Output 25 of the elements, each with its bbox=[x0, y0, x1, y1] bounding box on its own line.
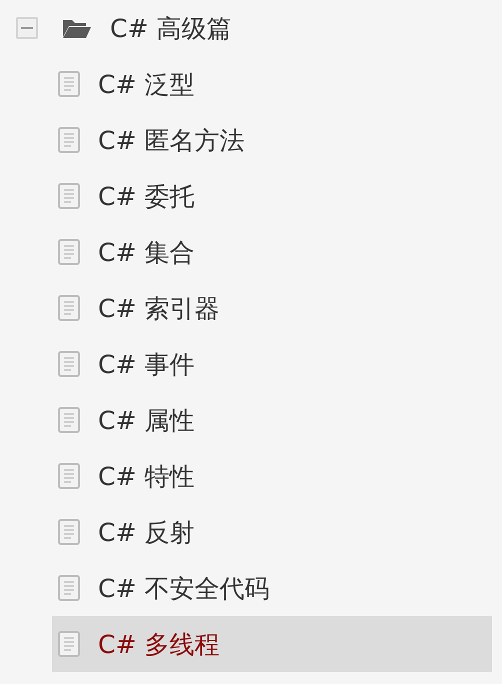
tree-item[interactable]: C# 多线程 bbox=[52, 616, 492, 672]
tree-item[interactable]: C# 集合 bbox=[52, 224, 492, 280]
document-icon bbox=[58, 519, 80, 545]
document-icon bbox=[58, 407, 80, 433]
tree-item[interactable]: C# 索引器 bbox=[52, 280, 492, 336]
document-icon bbox=[58, 631, 80, 657]
document-icon bbox=[58, 295, 80, 321]
tree-item[interactable]: C# 泛型 bbox=[52, 56, 492, 112]
tree-item[interactable]: C# 事件 bbox=[52, 336, 492, 392]
document-icon bbox=[58, 127, 80, 153]
document-icon bbox=[58, 463, 80, 489]
collapse-toggle[interactable] bbox=[16, 17, 38, 39]
document-icon bbox=[58, 575, 80, 601]
tree-item[interactable]: C# 匿名方法 bbox=[52, 112, 492, 168]
document-icon bbox=[58, 239, 80, 265]
document-icon bbox=[58, 183, 80, 209]
tree-folder-label[interactable]: C# 高级篇 bbox=[110, 12, 232, 44]
tree-item[interactable]: C# 委托 bbox=[52, 168, 492, 224]
document-icon bbox=[58, 351, 80, 377]
tree-item[interactable]: C# 属性 bbox=[52, 392, 492, 448]
folder-icon bbox=[62, 17, 92, 39]
tree-item[interactable]: C# 不安全代码 bbox=[52, 560, 492, 616]
tree-item[interactable]: C# 反射 bbox=[52, 504, 492, 560]
tree-item[interactable]: C# 特性 bbox=[52, 448, 492, 504]
document-icon bbox=[58, 71, 80, 97]
